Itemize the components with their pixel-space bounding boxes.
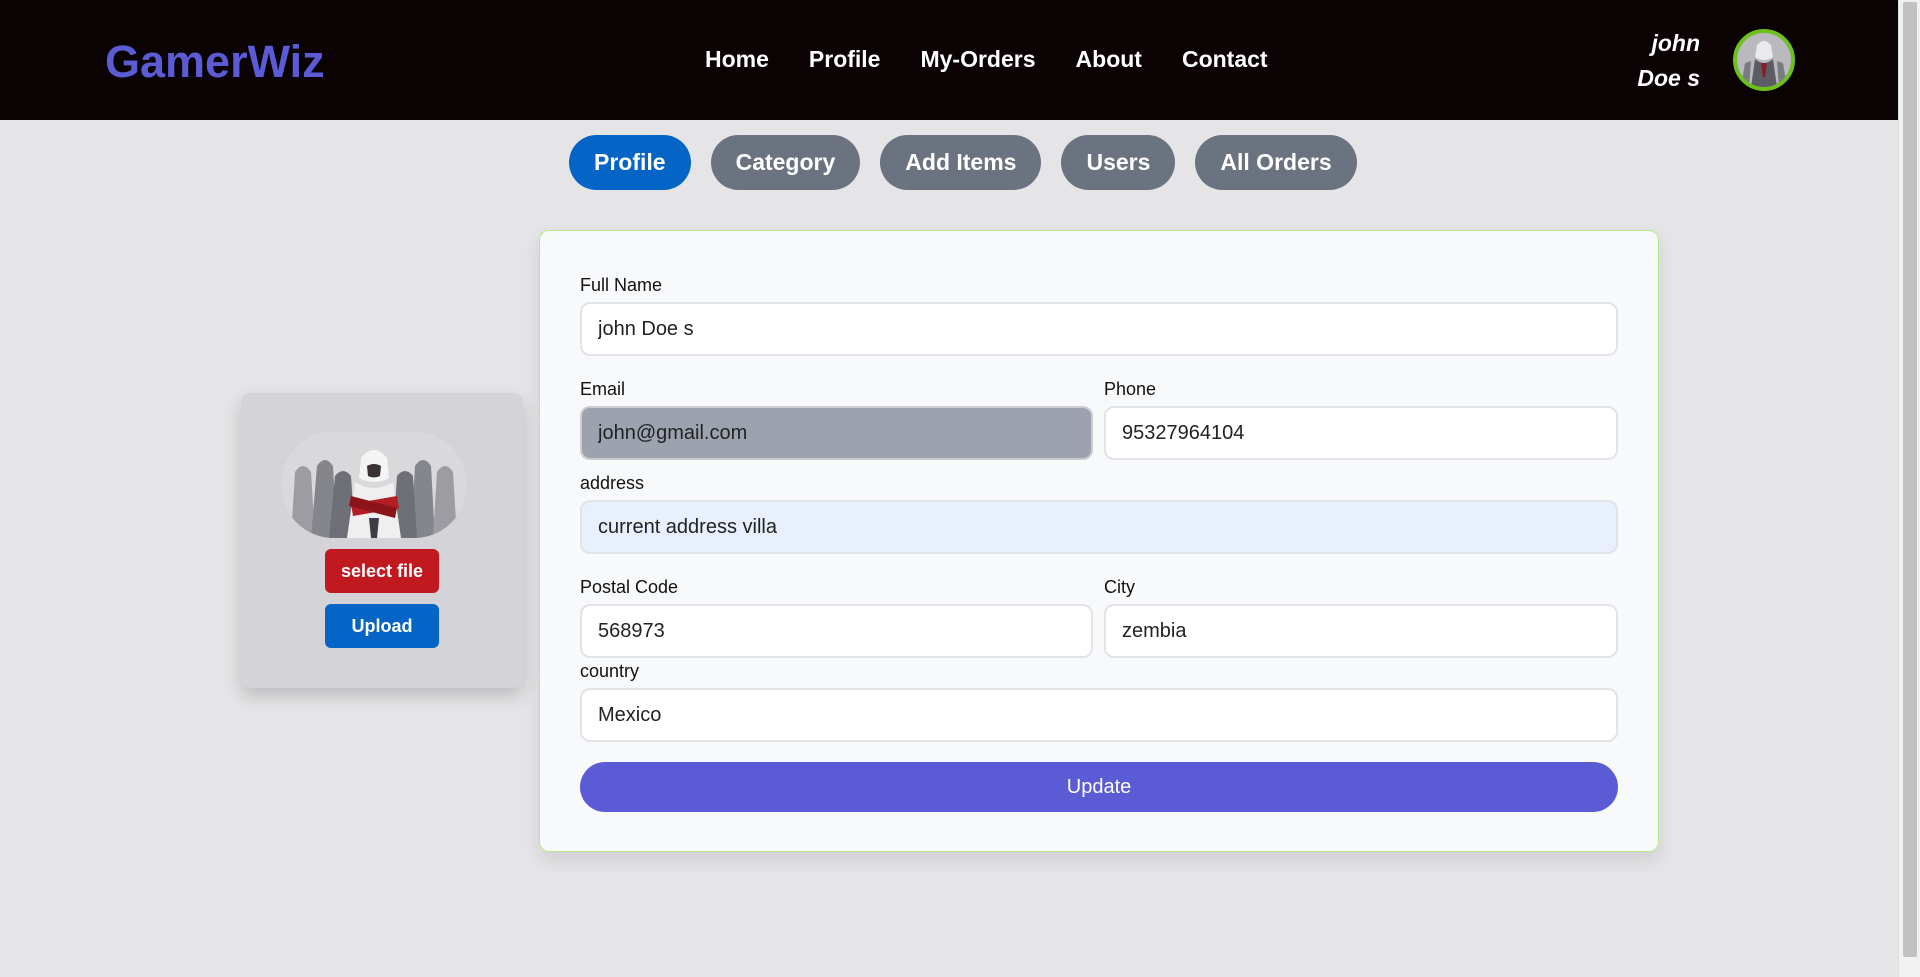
page-scrollbar[interactable]: [1898, 0, 1920, 977]
assassin-figure-image: [281, 432, 467, 538]
city-label: City: [1104, 577, 1135, 597]
email-input[interactable]: [580, 406, 1093, 460]
brand-logo[interactable]: GamerWiz: [105, 36, 325, 88]
nav-my-orders[interactable]: My-Orders: [920, 46, 1035, 73]
address-label: address: [580, 473, 645, 493]
phone-input[interactable]: [1104, 406, 1618, 460]
upload-button[interactable]: Upload: [325, 604, 439, 648]
nav-about[interactable]: About: [1076, 46, 1142, 73]
nav-contact[interactable]: Contact: [1182, 46, 1268, 73]
scrollbar-thumb[interactable]: [1903, 2, 1917, 957]
full-name-label: Full Name: [580, 275, 663, 295]
main-nav: Home Profile My-Orders About Contact: [705, 46, 1308, 73]
tab-add-items[interactable]: Add Items: [880, 135, 1042, 190]
user-name: john Doe s: [1637, 30, 1700, 91]
tab-category[interactable]: Category: [710, 135, 861, 190]
nav-profile[interactable]: Profile: [809, 46, 881, 73]
full-name-input[interactable]: [580, 302, 1618, 356]
profile-picture: [281, 432, 467, 538]
tab-all-orders[interactable]: All Orders: [1195, 135, 1357, 190]
select-file-button[interactable]: select file: [325, 549, 439, 593]
user-avatar-icon[interactable]: [1733, 29, 1795, 91]
avatar-figure-icon: [1737, 33, 1791, 87]
country-input[interactable]: [580, 688, 1618, 742]
admin-tabs: Profile Category Add Items Users All Ord…: [569, 135, 1377, 190]
update-button[interactable]: Update: [580, 762, 1618, 812]
profile-form: Full Name Email Phone address Postal Cod…: [539, 230, 1659, 852]
tab-users[interactable]: Users: [1061, 135, 1176, 190]
address-input[interactable]: [580, 500, 1618, 554]
phone-label: Phone: [1104, 379, 1157, 399]
nav-home[interactable]: Home: [705, 46, 769, 73]
city-input[interactable]: [1104, 604, 1618, 658]
email-label: Email: [580, 379, 626, 399]
tab-profile[interactable]: Profile: [569, 135, 691, 190]
country-label: country: [580, 661, 640, 681]
profile-picture-card: select file Upload: [241, 393, 523, 688]
postal-code-input[interactable]: [580, 604, 1093, 658]
postal-code-label: Postal Code: [580, 577, 679, 597]
top-header: GamerWiz Home Profile My-Orders About Co…: [0, 0, 1898, 120]
